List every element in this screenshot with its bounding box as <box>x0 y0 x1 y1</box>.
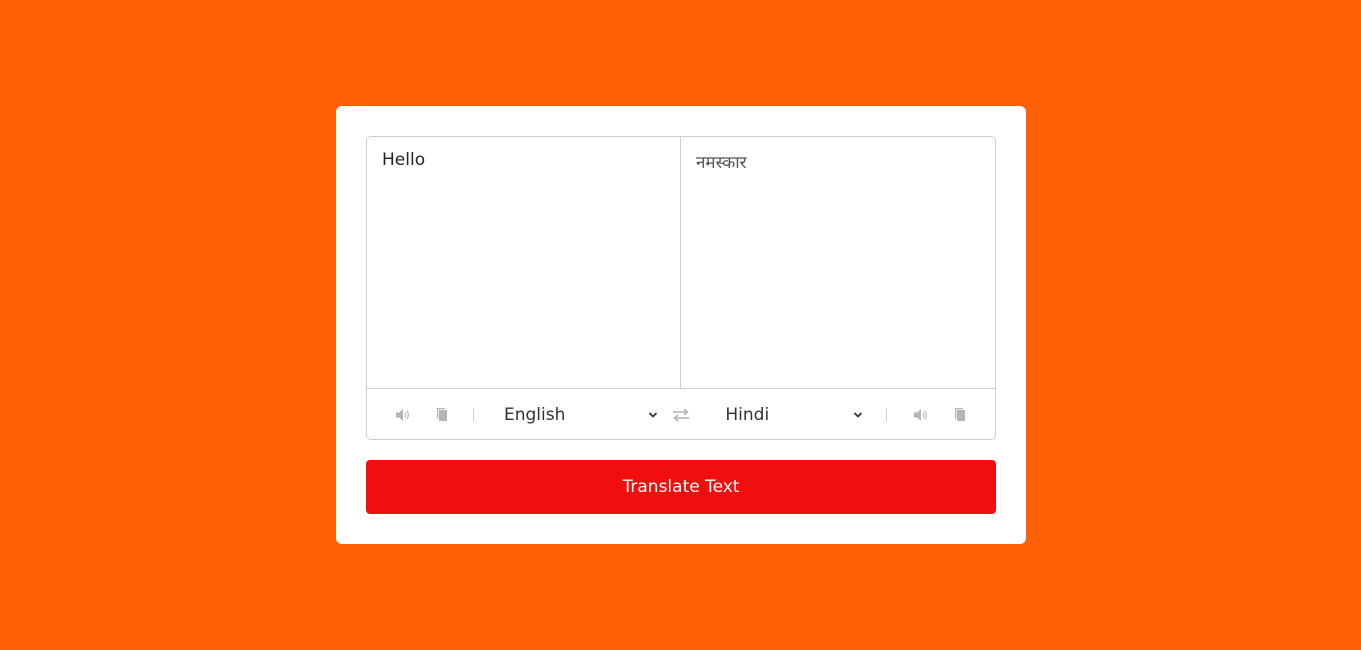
translate-button[interactable]: Translate Text <box>366 460 996 514</box>
from-volume-icon[interactable] <box>393 405 413 425</box>
chevron-down-icon <box>647 409 659 421</box>
from-language-value: English <box>504 404 566 425</box>
to-volume-icon[interactable] <box>911 405 931 425</box>
from-icons <box>381 405 474 425</box>
text-input-area: Hello नमस्कार <box>367 137 995 389</box>
from-text-input[interactable]: Hello <box>367 137 681 388</box>
controls-bar: English Hindi <box>367 389 995 440</box>
to-icons <box>886 405 981 425</box>
from-language-select[interactable]: English <box>474 405 667 425</box>
chevron-down-icon <box>852 409 864 421</box>
exchange-icon[interactable] <box>669 402 694 428</box>
to-language-value: Hindi <box>725 404 770 425</box>
from-copy-icon[interactable] <box>433 405 453 425</box>
to-language-select[interactable]: Hindi <box>695 405 886 425</box>
to-copy-icon[interactable] <box>951 405 971 425</box>
translator-wrapper: Hello नमस्कार English Hindi <box>366 136 996 440</box>
to-controls: Hindi <box>695 405 981 425</box>
translator-card: Hello नमस्कार English Hindi Translate Te… <box>336 106 1026 544</box>
from-controls: English <box>381 405 667 425</box>
to-text-output[interactable]: नमस्कार <box>681 137 995 388</box>
